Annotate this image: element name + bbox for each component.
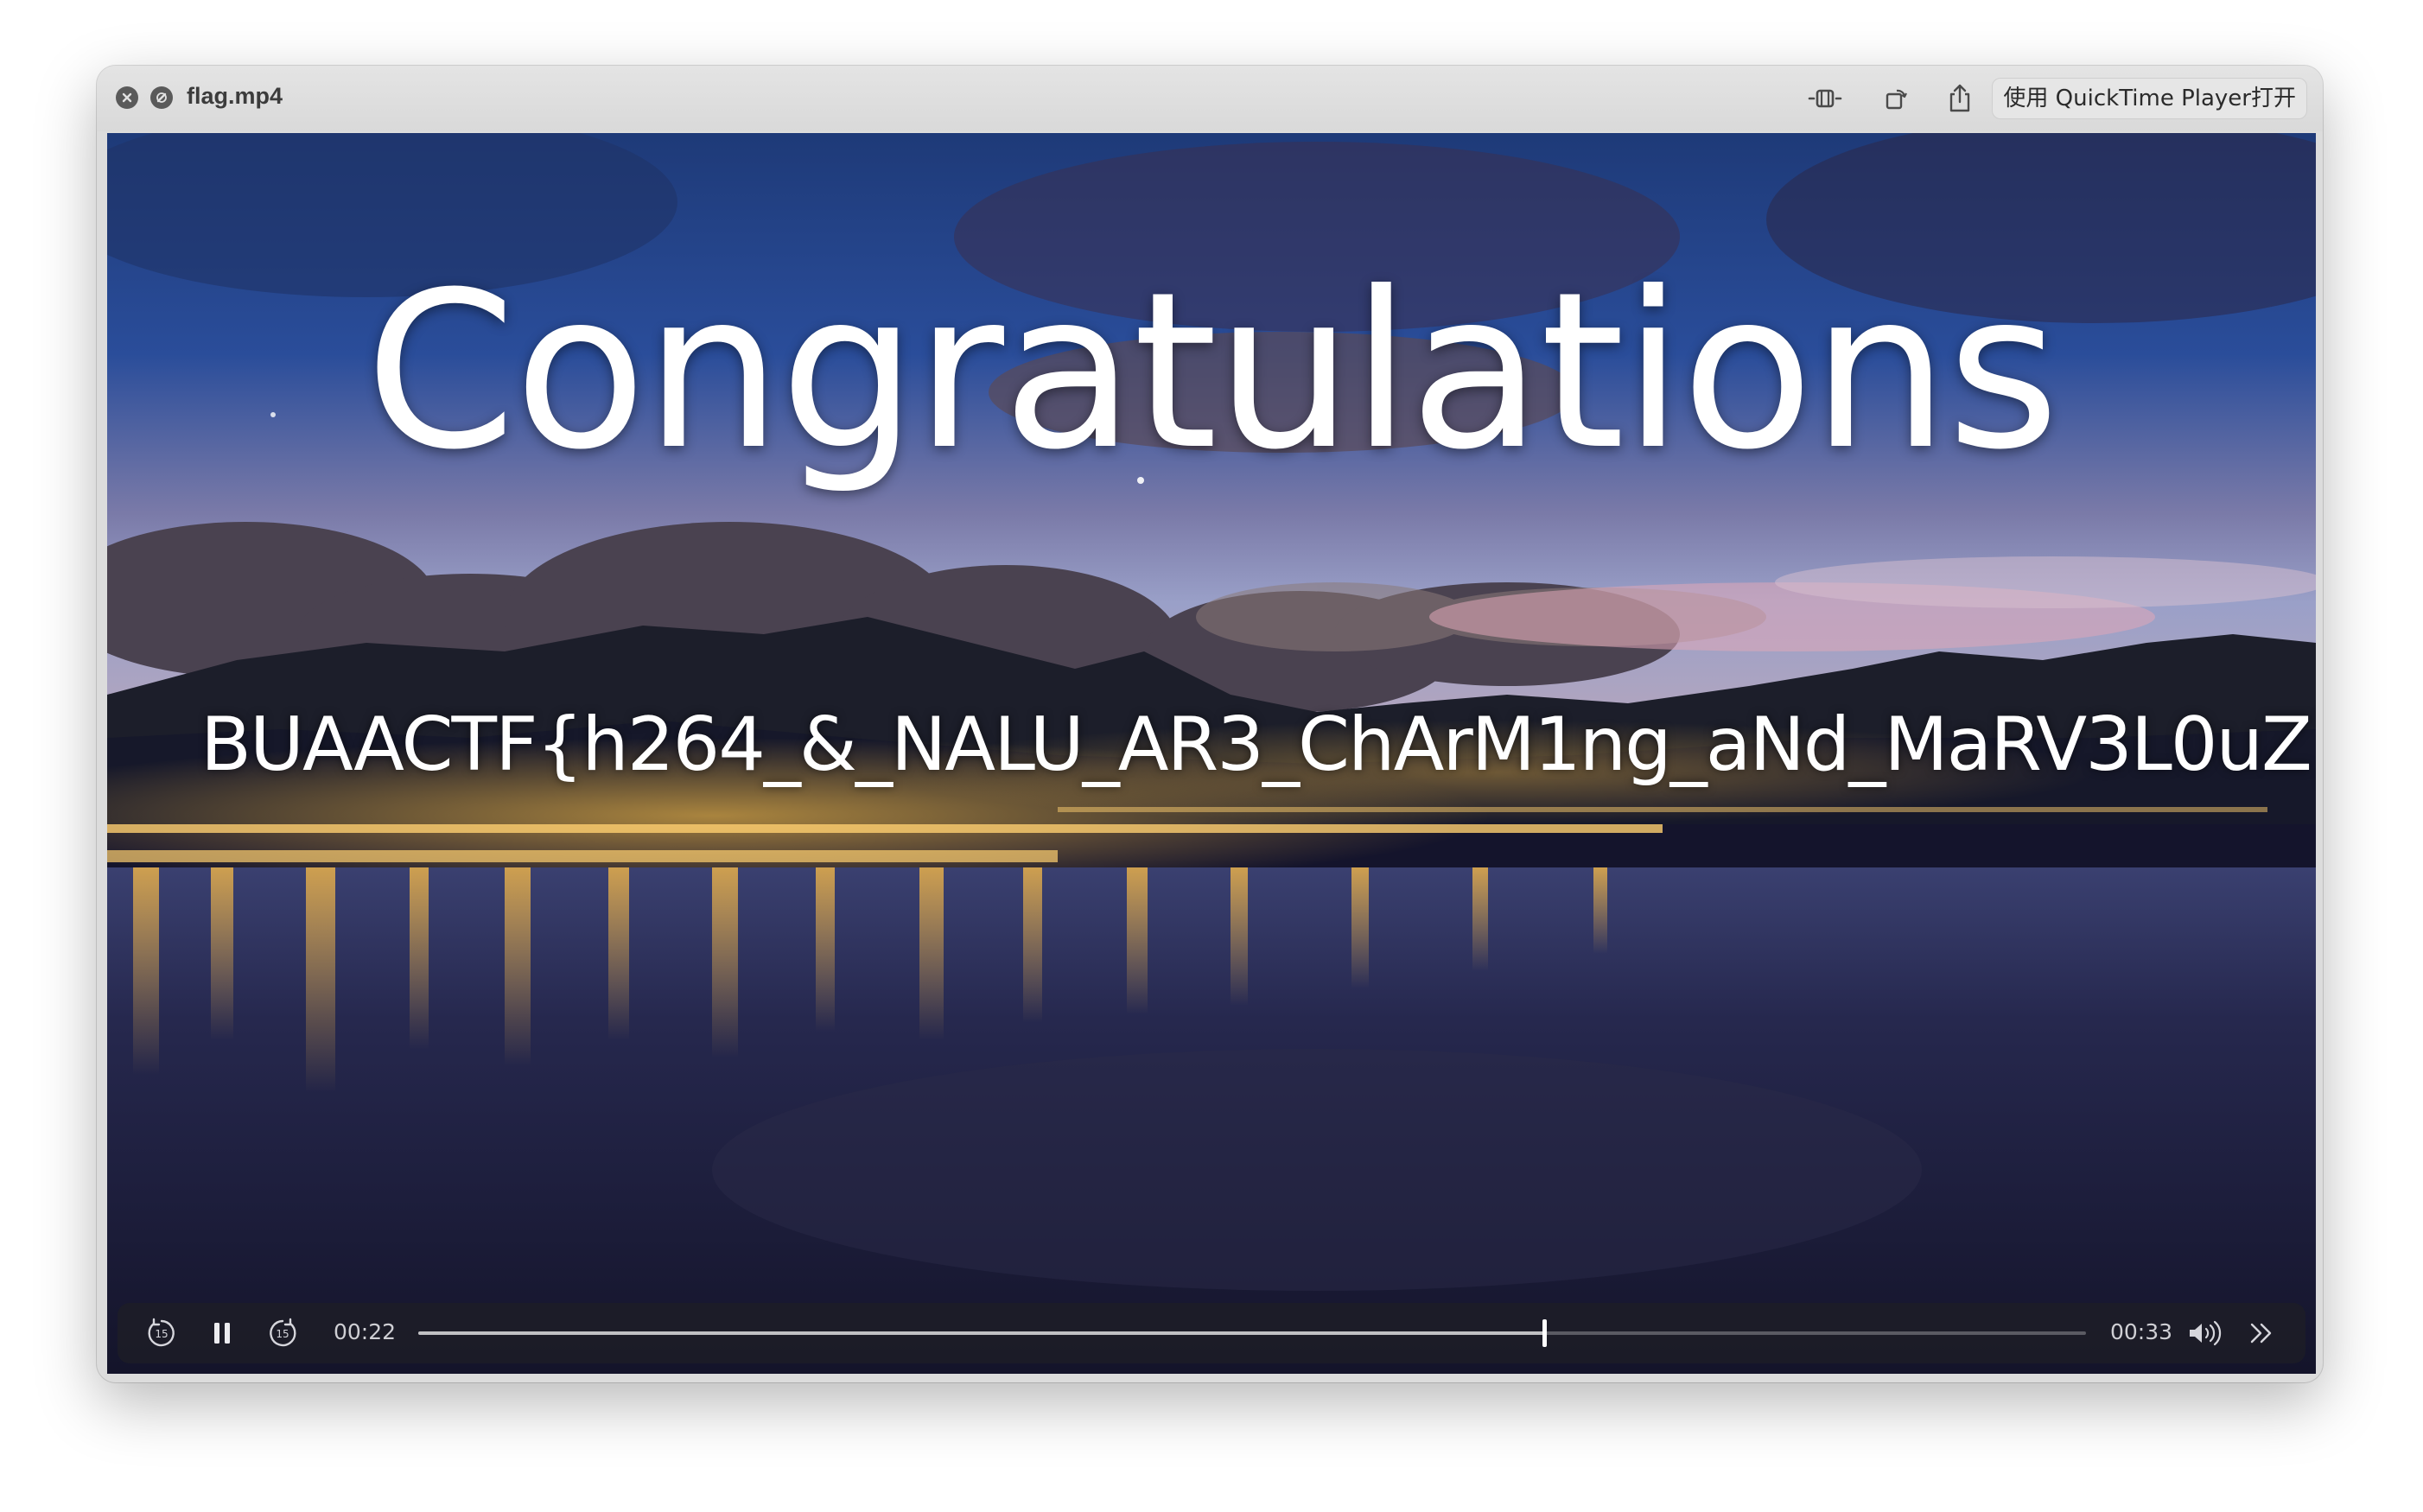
playhead-handle[interactable] [1542, 1319, 1547, 1347]
progress-track[interactable] [418, 1319, 2086, 1347]
duration-time: 00:33 [2110, 1319, 2173, 1344]
skip-back-15-icon[interactable]: 15 [142, 1313, 181, 1353]
hide-icon[interactable] [150, 86, 173, 109]
rotate-icon[interactable] [1879, 81, 1913, 116]
svg-text:15: 15 [276, 1328, 289, 1340]
video-heading-text: Congratulations [365, 245, 2060, 497]
progress-fill [418, 1331, 1544, 1335]
volume-icon[interactable] [2185, 1313, 2224, 1353]
trim-icon[interactable] [1808, 81, 1842, 116]
video-frame[interactable]: Congratulations BUAACTF{h264_&_NALU_AR3_… [107, 133, 2316, 1374]
quicklook-window: flag.mp4 使用 QuickTime Player打开 Congratul… [97, 66, 2323, 1382]
playback-controls: 15 15 00:22 00:33 [118, 1303, 2305, 1363]
window-title: flag.mp4 [187, 83, 283, 109]
close-icon[interactable] [116, 86, 138, 109]
more-icon[interactable] [2242, 1313, 2281, 1353]
video-flag-text: BUAACTF{h264_&_NALU_AR3_ChArM1ng_aNd_MaR… [200, 702, 2316, 788]
title-bar: flag.mp4 使用 QuickTime Player打开 [97, 66, 2323, 131]
current-time: 00:22 [334, 1319, 397, 1344]
skip-forward-15-icon[interactable]: 15 [263, 1313, 302, 1353]
svg-text:15: 15 [155, 1328, 168, 1340]
open-with-quicktime-button[interactable]: 使用 QuickTime Player打开 [1992, 78, 2307, 119]
pause-icon[interactable] [202, 1313, 242, 1353]
share-icon[interactable] [1943, 81, 1977, 116]
